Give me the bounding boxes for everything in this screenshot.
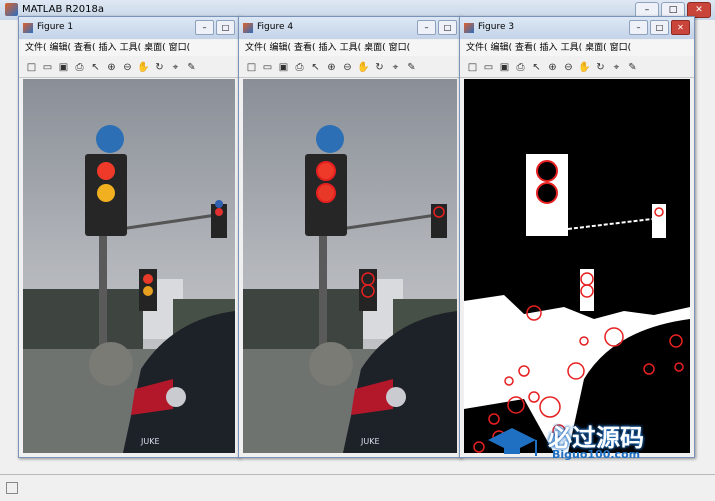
minimize-icon[interactable]: – <box>195 20 214 35</box>
maximize-icon[interactable]: □ <box>216 20 235 35</box>
matlab-logo-icon <box>5 3 18 16</box>
menu-file[interactable]: 文件( <box>245 40 267 56</box>
save-icon[interactable]: ▣ <box>498 61 511 74</box>
figure-menubar: 文件( 编辑( 查看( 插入 工具( 桌面( 窗口( <box>460 40 694 56</box>
menu-desktop[interactable]: 桌面( <box>364 40 386 56</box>
figure-toolbar: □ ▭ ▣ ⎙ ↖ ⊕ ⊖ ✋ ↻ ⌖ ✎ <box>19 57 239 78</box>
maximize-icon[interactable]: □ <box>438 20 457 35</box>
menu-view[interactable]: 查看( <box>515 40 537 56</box>
figure-toolbar: □ ▭ ▣ ⎙ ↖ ⊕ ⊖ ✋ ↻ ⌖ ✎ <box>460 57 694 78</box>
brush-icon[interactable]: ✎ <box>405 61 418 74</box>
figure-toolbar: □ ▭ ▣ ⎙ ↖ ⊕ ⊖ ✋ ↻ ⌖ ✎ <box>239 57 461 78</box>
menu-insert[interactable]: 插入 <box>99 40 117 56</box>
minimize-icon[interactable]: – <box>629 20 648 35</box>
menu-insert[interactable]: 插入 <box>319 40 337 56</box>
new-icon[interactable]: □ <box>25 61 38 74</box>
menu-window[interactable]: 窗口( <box>169 40 191 56</box>
menu-insert[interactable]: 插入 <box>540 40 558 56</box>
watermark-url: Biguo100.com <box>552 448 641 461</box>
pan-icon[interactable]: ✋ <box>137 61 150 74</box>
minimize-icon[interactable]: – <box>417 20 436 35</box>
zoom-out-icon[interactable]: ⊖ <box>341 61 354 74</box>
svg-text:JUKE: JUKE <box>140 437 160 446</box>
close-icon[interactable]: ✕ <box>671 20 690 35</box>
status-bar <box>0 474 715 501</box>
menu-view[interactable]: 查看( <box>74 40 96 56</box>
figure-title: Figure 3 <box>478 22 515 32</box>
status-grip-icon <box>6 482 18 494</box>
zoom-in-icon[interactable]: ⊕ <box>325 61 338 74</box>
menu-edit[interactable]: 编辑( <box>50 40 72 56</box>
menu-file[interactable]: 文件( <box>25 40 47 56</box>
watermark-logo: 必过源码 Biguo100.com <box>480 416 700 464</box>
figure-icon <box>23 23 33 33</box>
figure-titlebar[interactable]: Figure 1 – □ <box>19 17 239 39</box>
pointer-icon[interactable]: ↖ <box>89 61 102 74</box>
menu-edit[interactable]: 编辑( <box>491 40 513 56</box>
data-cursor-icon[interactable]: ⌖ <box>389 61 402 74</box>
menu-desktop[interactable]: 桌面( <box>585 40 607 56</box>
figure-window-3[interactable]: Figure 3 – □ ✕ 文件( 编辑( 查看( 插入 工具( 桌面( 窗口… <box>459 16 695 458</box>
rotate-icon[interactable]: ↻ <box>594 61 607 74</box>
menu-view[interactable]: 查看( <box>294 40 316 56</box>
zoom-out-icon[interactable]: ⊖ <box>562 61 575 74</box>
pointer-icon[interactable]: ↖ <box>309 61 322 74</box>
menu-window[interactable]: 窗口( <box>610 40 632 56</box>
menu-edit[interactable]: 编辑( <box>270 40 292 56</box>
figure-icon <box>464 23 474 33</box>
data-cursor-icon[interactable]: ⌖ <box>610 61 623 74</box>
svg-text:JUKE: JUKE <box>360 437 380 446</box>
figure-titlebar[interactable]: Figure 4 – □ <box>239 17 461 39</box>
open-icon[interactable]: ▭ <box>482 61 495 74</box>
maximize-icon[interactable]: □ <box>650 20 669 35</box>
figure-menubar: 文件( 编辑( 查看( 插入 工具( 桌面( 窗口( <box>239 40 461 56</box>
figure-titlebar[interactable]: Figure 3 – □ ✕ <box>460 17 694 39</box>
main-window-title: MATLAB R2018a <box>22 4 105 15</box>
image-canvas <box>464 79 690 453</box>
menu-tools[interactable]: 工具( <box>340 40 362 56</box>
menu-desktop[interactable]: 桌面( <box>144 40 166 56</box>
pointer-icon[interactable]: ↖ <box>530 61 543 74</box>
traffic-light-photo: JUKE <box>23 79 235 453</box>
pan-icon[interactable]: ✋ <box>357 61 370 74</box>
print-icon[interactable]: ⎙ <box>73 61 86 74</box>
brush-icon[interactable]: ✎ <box>185 61 198 74</box>
rotate-icon[interactable]: ↻ <box>373 61 386 74</box>
print-icon[interactable]: ⎙ <box>293 61 306 74</box>
save-icon[interactable]: ▣ <box>57 61 70 74</box>
menu-tools[interactable]: 工具( <box>561 40 583 56</box>
image-canvas: JUKE <box>243 79 457 453</box>
figure-icon <box>243 23 253 33</box>
menu-file[interactable]: 文件( <box>466 40 488 56</box>
figure-window-1[interactable]: Figure 1 – □ 文件( 编辑( 查看( 插入 工具( 桌面( 窗口( … <box>18 16 240 458</box>
data-cursor-icon[interactable]: ⌖ <box>169 61 182 74</box>
new-icon[interactable]: □ <box>466 61 479 74</box>
zoom-out-icon[interactable]: ⊖ <box>121 61 134 74</box>
image-canvas: JUKE <box>23 79 235 453</box>
menu-tools[interactable]: 工具( <box>120 40 142 56</box>
zoom-in-icon[interactable]: ⊕ <box>105 61 118 74</box>
figure-title: Figure 1 <box>37 22 74 32</box>
open-icon[interactable]: ▭ <box>41 61 54 74</box>
figure-menubar: 文件( 编辑( 查看( 插入 工具( 桌面( 窗口( <box>19 40 239 56</box>
pan-icon[interactable]: ✋ <box>578 61 591 74</box>
new-icon[interactable]: □ <box>245 61 258 74</box>
traffic-light-photo-detected: JUKE <box>243 79 457 453</box>
menu-window[interactable]: 窗口( <box>389 40 411 56</box>
save-icon[interactable]: ▣ <box>277 61 290 74</box>
print-icon[interactable]: ⎙ <box>514 61 527 74</box>
zoom-in-icon[interactable]: ⊕ <box>546 61 559 74</box>
brush-icon[interactable]: ✎ <box>626 61 639 74</box>
figure-window-4[interactable]: Figure 4 – □ 文件( 编辑( 查看( 插入 工具( 桌面( 窗口( … <box>238 16 462 458</box>
figure-title: Figure 4 <box>257 22 294 32</box>
binary-mask-image <box>464 79 690 453</box>
open-icon[interactable]: ▭ <box>261 61 274 74</box>
rotate-icon[interactable]: ↻ <box>153 61 166 74</box>
